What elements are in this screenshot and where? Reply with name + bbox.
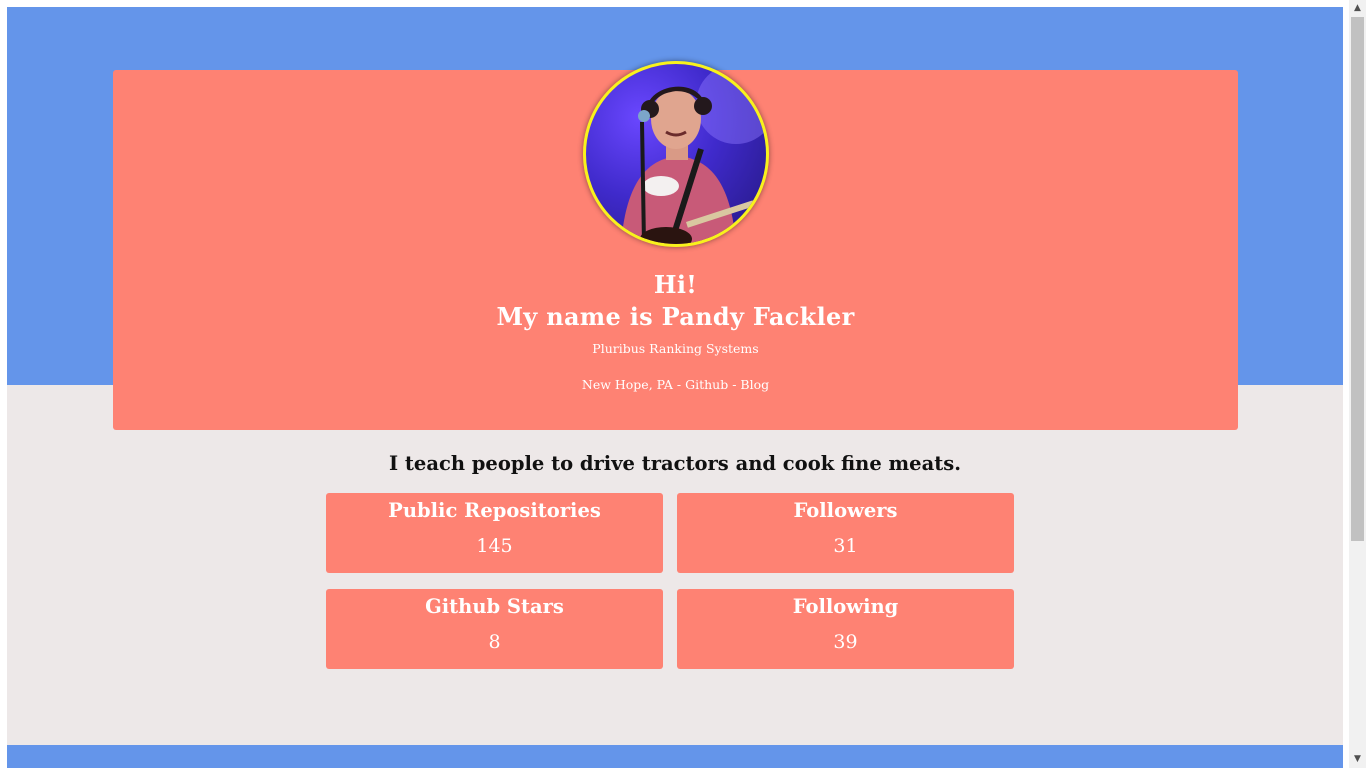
stat-card-following: Following 39 [677, 589, 1014, 669]
scrollbar-thumb[interactable] [1351, 17, 1364, 541]
blog-link[interactable]: Blog [740, 377, 769, 392]
greeting-text: Hi! [653, 270, 698, 299]
stat-value: 145 [476, 535, 513, 557]
stat-card-public-repositories: Public Repositories 145 [326, 493, 663, 573]
link-separator: - [672, 377, 686, 392]
page: Hi! My name is Pandy Fackler Pluribus Ra… [7, 7, 1343, 768]
scroll-down-arrow-icon[interactable]: ▼ [1349, 751, 1366, 768]
github-link[interactable]: Github [685, 377, 728, 392]
stat-label: Followers [793, 499, 898, 522]
footer-band [7, 745, 1343, 768]
greeting-heading: Hi! My name is Pandy Fackler [113, 269, 1238, 333]
stat-card-github-stars: Github Stars 8 [326, 589, 663, 669]
profile-header-card: Hi! My name is Pandy Fackler Pluribus Ra… [113, 61, 1238, 430]
scroll-up-arrow-icon[interactable]: ▲ [1349, 0, 1366, 17]
stat-label: Github Stars [425, 595, 564, 618]
profile-links: New Hope, PA - Github - Blog [113, 377, 1238, 392]
stat-value: 8 [488, 631, 501, 653]
stat-label: Following [792, 595, 899, 618]
stat-value: 39 [833, 631, 858, 653]
vertical-scrollbar[interactable]: ▲ ▼ [1349, 0, 1366, 768]
stat-label: Public Repositories [388, 499, 601, 522]
stat-card-followers: Followers 31 [677, 493, 1014, 573]
stat-value: 31 [833, 535, 858, 557]
bio-text: I teach people to drive tractors and coo… [389, 452, 961, 475]
profile-name: My name is Pandy Fackler [496, 302, 855, 331]
avatar-photo [621, 64, 766, 244]
location-text: New Hope, PA [581, 377, 673, 392]
company-name: Pluribus Ranking Systems [592, 341, 759, 356]
avatar [583, 61, 769, 247]
link-separator: - [728, 377, 741, 392]
